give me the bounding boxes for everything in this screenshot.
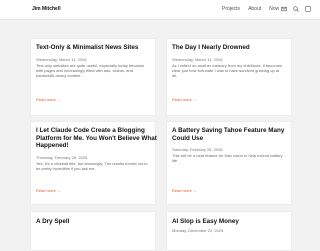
post-excerpt: As I reflect on another memory from my c… bbox=[172, 63, 283, 78]
post-title[interactable]: A Battery Saving Tahoe Feature Many Coul… bbox=[172, 127, 294, 142]
post-title[interactable]: AI Slop is Easy Money bbox=[172, 218, 290, 226]
post-date: Wednesday, March 11, 2026 bbox=[36, 57, 87, 62]
post-title[interactable]: I Let Claude Code Create a Blogging Plat… bbox=[36, 127, 158, 150]
nav-about[interactable]: About bbox=[248, 6, 261, 12]
post-excerpt: This will be a neat feature for Mac user… bbox=[172, 153, 283, 163]
read-more-link[interactable]: Read more → bbox=[172, 97, 197, 102]
post-card[interactable]: AI Slop is Easy Money Monday, December 2… bbox=[166, 211, 292, 251]
post-card[interactable]: A Dry Spell bbox=[30, 211, 156, 251]
post-title[interactable]: The Day I Nearly Drowned bbox=[172, 44, 290, 52]
post-date: Monday, December 22, 2025 bbox=[172, 228, 224, 233]
nav-now[interactable]: Now bbox=[269, 6, 279, 12]
post-excerpt: Yes, it's a clickbait title, but amusing… bbox=[36, 161, 148, 171]
post-card[interactable]: I Let Claude Code Create a Blogging Plat… bbox=[30, 121, 158, 205]
nav-projects[interactable]: Projects bbox=[222, 6, 240, 12]
post-date: Wednesday, March 11, 2026 bbox=[172, 57, 223, 62]
post-card[interactable]: The Day I Nearly Drowned Wednesday, Marc… bbox=[166, 38, 292, 116]
post-title[interactable]: A Dry Spell bbox=[36, 218, 154, 226]
header-icons bbox=[281, 6, 311, 12]
read-more-link[interactable]: Read more → bbox=[172, 188, 197, 193]
read-more-link[interactable]: Read more → bbox=[36, 97, 61, 102]
site-header: Jim Mitchell Projects About Now bbox=[0, 0, 320, 20]
search-icon[interactable] bbox=[293, 6, 299, 12]
main-nav: Projects About Now bbox=[222, 6, 279, 12]
post-card[interactable]: Text-Only & Minimalist News Sites Wednes… bbox=[30, 38, 156, 116]
site-brand[interactable]: Jim Mitchell bbox=[32, 6, 61, 12]
post-title[interactable]: Text-Only & Minimalist News Sites bbox=[36, 44, 154, 52]
mail-icon[interactable] bbox=[281, 6, 287, 12]
read-more-link[interactable]: Read more → bbox=[36, 188, 61, 193]
post-date: Thursday, February 26, 2026 bbox=[36, 155, 88, 160]
post-date: Saturday, February 28, 2026 bbox=[172, 147, 223, 152]
post-card[interactable]: A Battery Saving Tahoe Feature Many Coul… bbox=[166, 121, 292, 205]
theme-toggle-icon[interactable] bbox=[305, 6, 311, 12]
post-excerpt: Text-only websites are quite useful, esp… bbox=[36, 63, 145, 78]
